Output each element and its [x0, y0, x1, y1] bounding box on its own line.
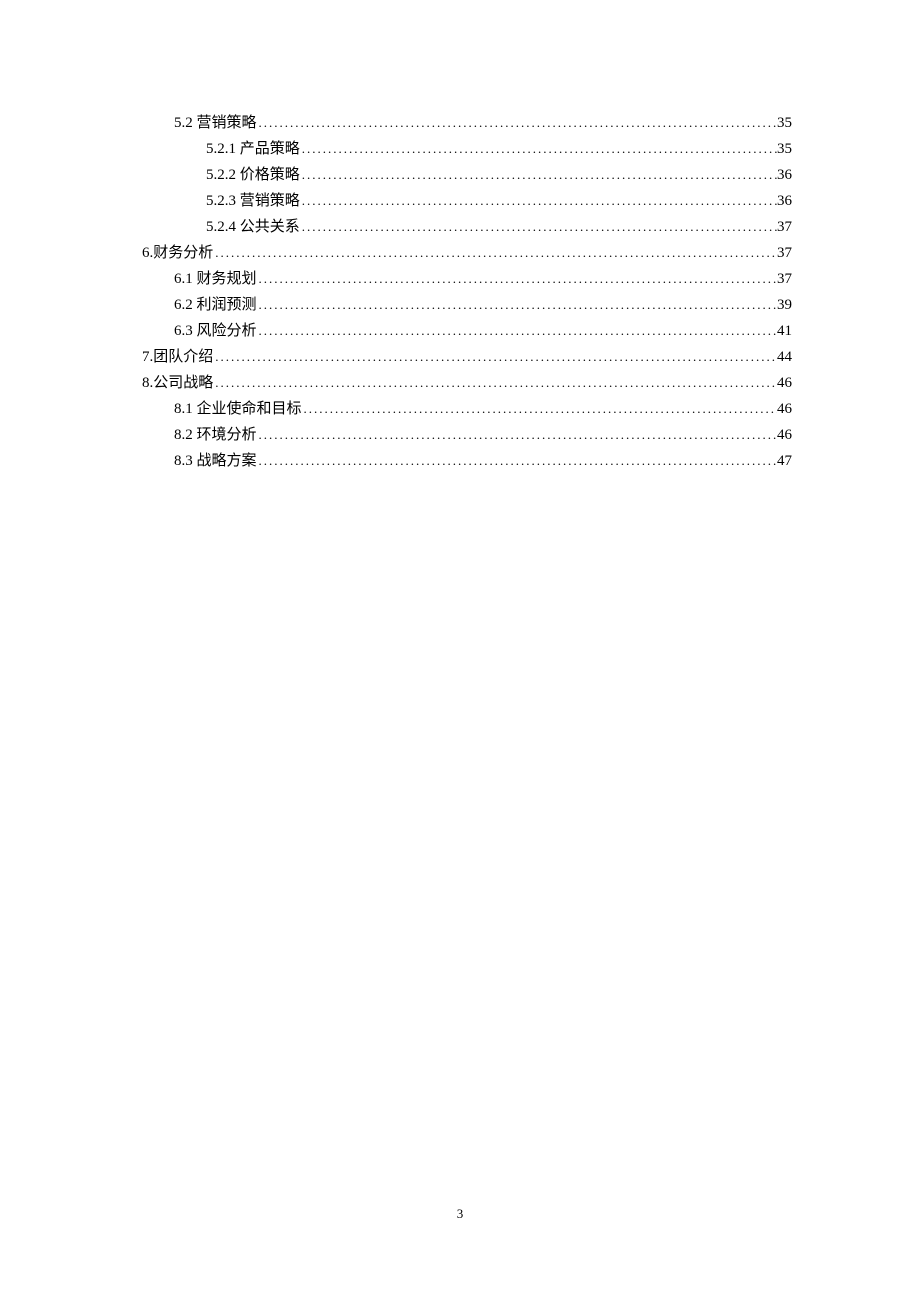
toc-page-number: 46 [777, 396, 792, 422]
toc-entry: 5.2 营销策略 35 [142, 110, 792, 136]
toc-entry: 6.财务分析 37 [142, 240, 792, 266]
toc-label: 7.团队介绍 [142, 344, 213, 370]
toc-dots [300, 162, 777, 188]
toc-dots [300, 214, 777, 240]
toc-entry: 5.2.1 产品策略 35 [142, 136, 792, 162]
document-page: 5.2 营销策略355.2.1 产品策略355.2.2 价格策略365.2.3 … [0, 0, 920, 474]
toc-entry: 5.2.4 公共关系 37 [142, 214, 792, 240]
toc-entry: 7.团队介绍 44 [142, 344, 792, 370]
toc-dots [213, 344, 777, 370]
toc-label: 5.2.4 公共关系 [206, 214, 300, 240]
toc-label: 6.财务分析 [142, 240, 213, 266]
toc-entry: 6.3 风险分析 41 [142, 318, 792, 344]
toc-dots [302, 396, 777, 422]
toc-page-number: 37 [777, 266, 792, 292]
toc-dots [257, 266, 777, 292]
toc-dots [257, 318, 777, 344]
toc-label: 5.2.3 营销策略 [206, 188, 300, 214]
toc-dots [257, 448, 777, 474]
toc-dots [213, 370, 777, 396]
page-number: 3 [0, 1206, 920, 1222]
toc-page-number: 46 [777, 422, 792, 448]
toc-dots [257, 110, 777, 136]
toc-page-number: 37 [777, 214, 792, 240]
toc-label: 8.2 环境分析 [174, 422, 257, 448]
toc-dots [300, 136, 777, 162]
toc-page-number: 35 [777, 136, 792, 162]
toc-page-number: 37 [777, 240, 792, 266]
toc-page-number: 36 [777, 162, 792, 188]
toc-label: 6.3 风险分析 [174, 318, 257, 344]
toc-label: 5.2.2 价格策略 [206, 162, 300, 188]
toc-page-number: 46 [777, 370, 792, 396]
toc-dots [257, 422, 777, 448]
toc-entry: 8.公司战略 46 [142, 370, 792, 396]
toc-page-number: 39 [777, 292, 792, 318]
toc-entry: 8.2 环境分析 46 [142, 422, 792, 448]
toc-label: 8.公司战略 [142, 370, 213, 396]
toc-entry: 6.1 财务规划 37 [142, 266, 792, 292]
toc-entry: 5.2.2 价格策略 36 [142, 162, 792, 188]
toc-entry: 8.1 企业使命和目标 46 [142, 396, 792, 422]
table-of-contents: 5.2 营销策略355.2.1 产品策略355.2.2 价格策略365.2.3 … [142, 110, 792, 474]
toc-dots [213, 240, 777, 266]
toc-entry: 5.2.3 营销策略 36 [142, 188, 792, 214]
toc-entry: 8.3 战略方案 47 [142, 448, 792, 474]
toc-entry: 6.2 利润预测 39 [142, 292, 792, 318]
toc-page-number: 47 [777, 448, 792, 474]
toc-dots [300, 188, 777, 214]
toc-label: 6.1 财务规划 [174, 266, 257, 292]
toc-label: 8.1 企业使命和目标 [174, 396, 302, 422]
toc-page-number: 44 [777, 344, 792, 370]
toc-label: 5.2 营销策略 [174, 110, 257, 136]
toc-label: 6.2 利润预测 [174, 292, 257, 318]
toc-page-number: 35 [777, 110, 792, 136]
toc-label: 5.2.1 产品策略 [206, 136, 300, 162]
toc-dots [257, 292, 777, 318]
toc-page-number: 41 [777, 318, 792, 344]
toc-page-number: 36 [777, 188, 792, 214]
toc-label: 8.3 战略方案 [174, 448, 257, 474]
